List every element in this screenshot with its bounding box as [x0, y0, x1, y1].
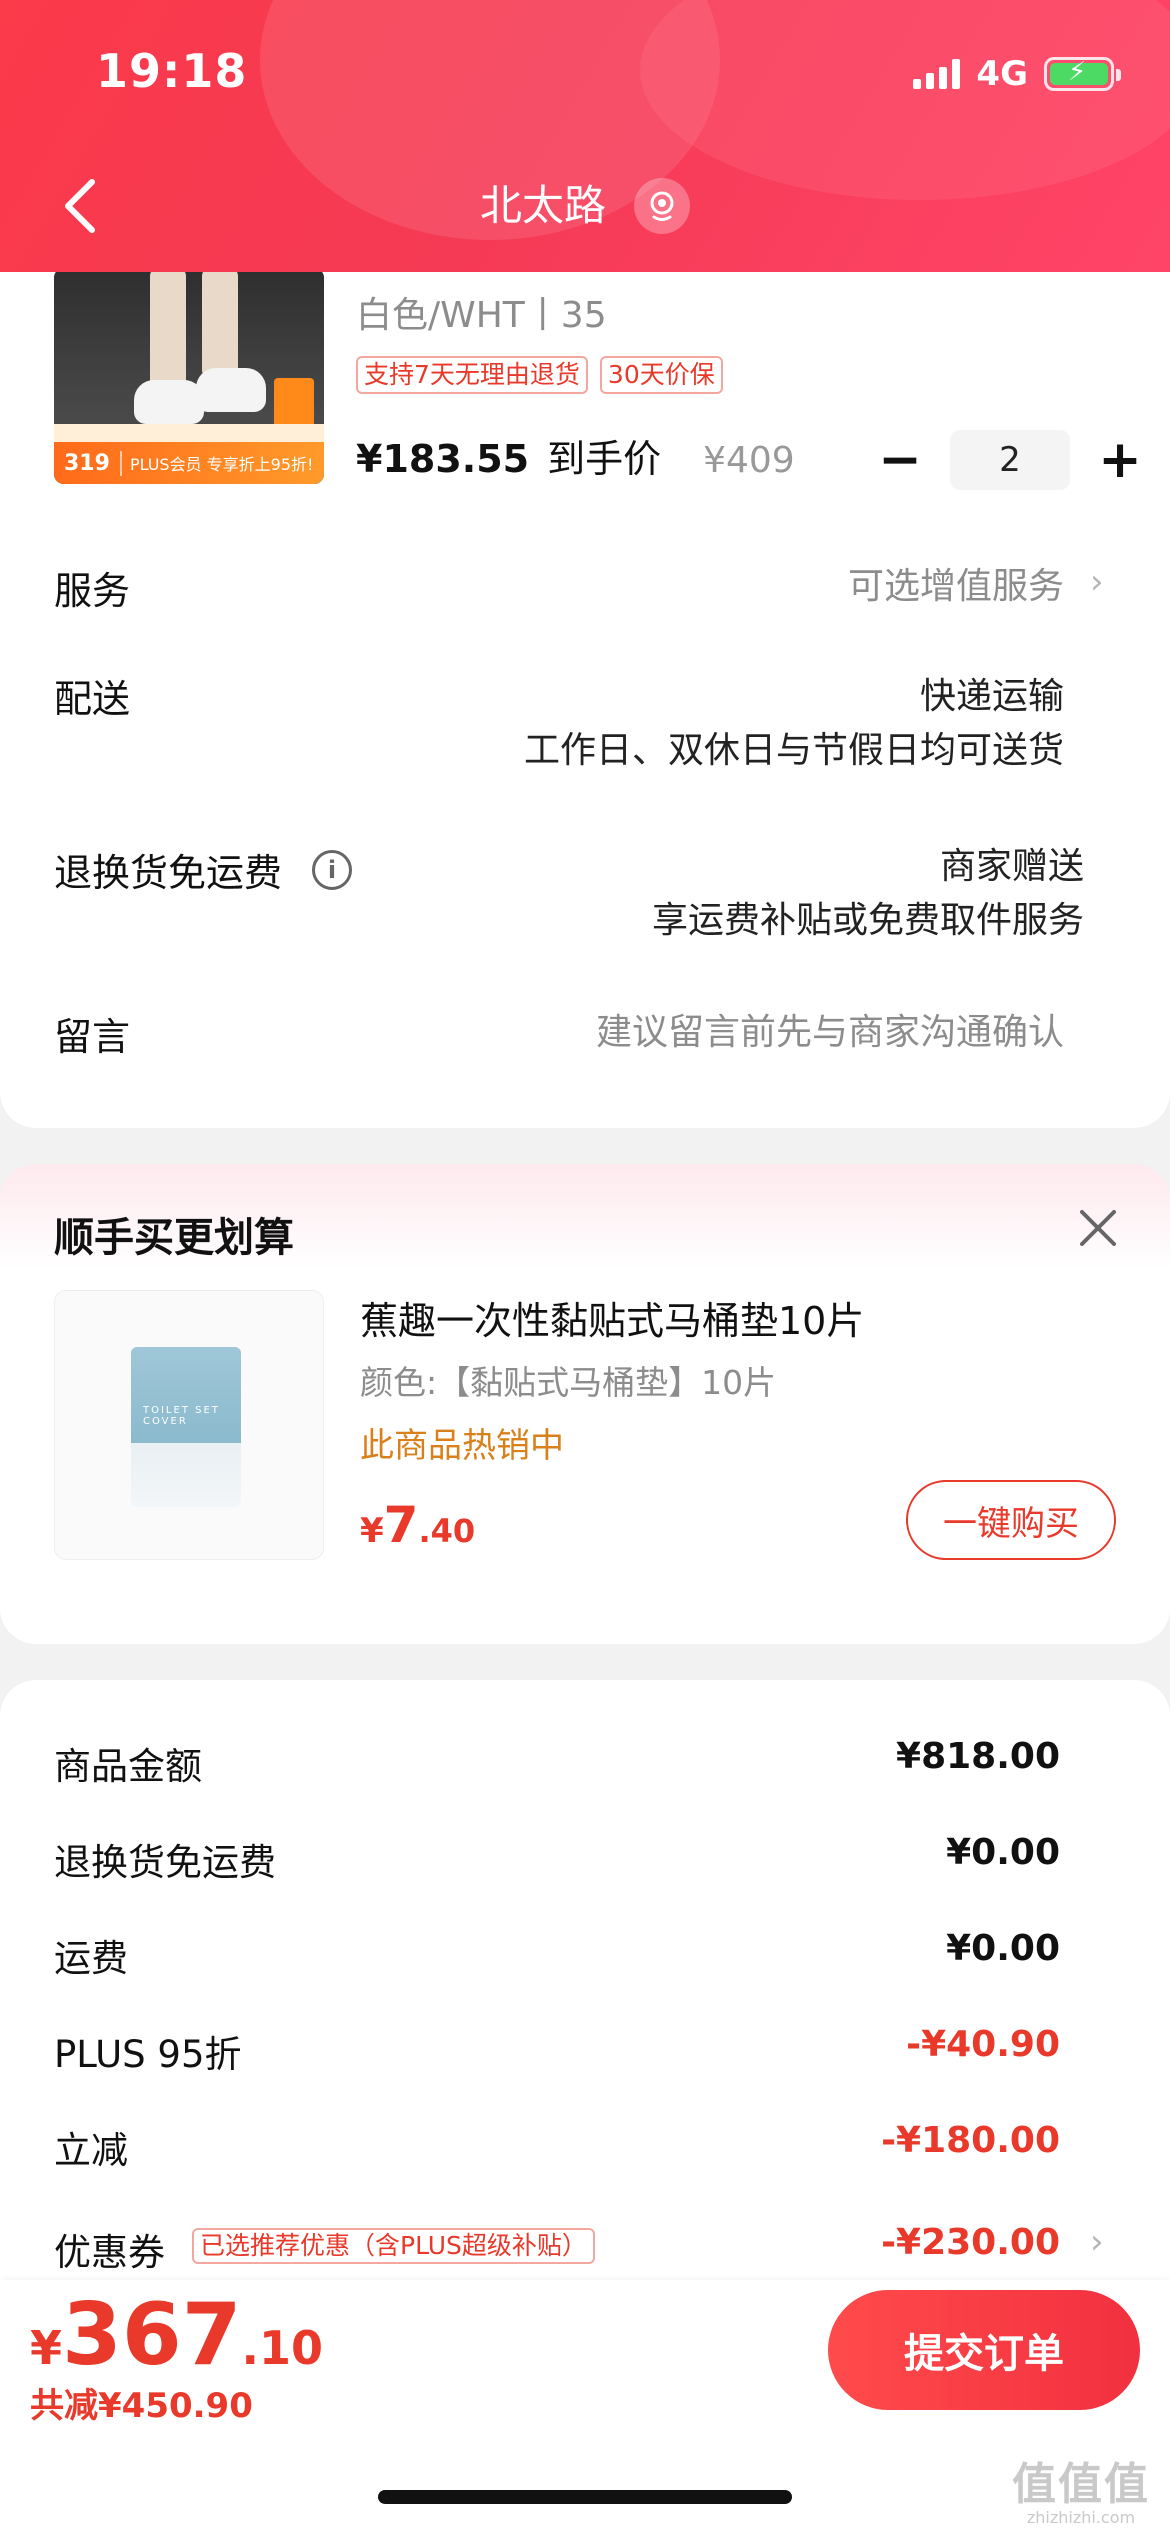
- top-header: 19:18 4G 北太路: [0, 0, 1170, 272]
- summary-label: 商品金额: [54, 1745, 202, 1788]
- summary-value: -¥180.00: [881, 2120, 1060, 2161]
- status-time: 19:18: [96, 44, 248, 98]
- product-image-promo: 319 PLUS会员 专享折上95折!: [54, 442, 324, 484]
- summary-value: -¥40.90: [906, 2024, 1060, 2065]
- summary-label: 立减: [54, 2129, 128, 2172]
- message-input[interactable]: 建议留言前先与商家沟通确认: [596, 1006, 1064, 1060]
- chevron-left-icon: [65, 179, 95, 233]
- final-price-label: 到手价: [547, 437, 662, 481]
- info-icon[interactable]: i: [312, 850, 352, 890]
- quantity-input[interactable]: 2: [950, 430, 1070, 490]
- summary-value: ¥0.00: [946, 1832, 1060, 1873]
- back-button[interactable]: [56, 176, 106, 236]
- addon-product-spec: 颜色:【黏贴式马桶垫】10片: [360, 1363, 777, 1402]
- return-shipping-value: 商家赠送: [939, 846, 1084, 887]
- return-tag: 支持7天无理由退货: [356, 356, 588, 394]
- delivery-schedule[interactable]: 工作日、双休日与节假日均可送货: [524, 724, 1064, 778]
- quantity-stepper: − 2 +: [870, 430, 1150, 490]
- close-icon: [1080, 1210, 1116, 1246]
- quantity-decrease-button[interactable]: −: [870, 430, 930, 490]
- coupon-value[interactable]: -¥230.00: [881, 2222, 1060, 2263]
- product-spec[interactable]: 白色/WHT丨35: [356, 286, 607, 338]
- service-label: 服务: [54, 569, 131, 613]
- signal-icon: [913, 59, 961, 89]
- product-price-line: ¥183.55 到手价 ¥409: [356, 428, 795, 483]
- product-image[interactable]: 319 PLUS会员 专享折上95折!: [54, 268, 324, 484]
- addon-price: ¥ 7 .40: [360, 1496, 476, 1554]
- summary-label: 退换货免运费: [54, 1841, 276, 1884]
- submit-order-button[interactable]: 提交订单: [828, 2290, 1140, 2410]
- summary-value: ¥818.00: [896, 1736, 1060, 1777]
- status-indicators: 4G: [913, 54, 1121, 94]
- coupon-tag[interactable]: 已选推荐优惠（含PLUS超级补贴）: [192, 2228, 595, 2264]
- addon-hot-label: 此商品热销中: [360, 1426, 564, 1466]
- addon-title: 顺手买更划算: [54, 1215, 294, 1261]
- quantity-increase-button[interactable]: +: [1090, 430, 1150, 490]
- service-value[interactable]: 可选增值服务: [848, 560, 1064, 614]
- home-indicator[interactable]: [378, 2490, 792, 2504]
- total-price: ¥ 367 .10: [30, 2285, 324, 2385]
- product-service-tags: 支持7天无理由退货 30天价保: [356, 356, 723, 394]
- battery-icon: [1044, 57, 1121, 91]
- addon-product-name[interactable]: 蕉趣一次性黏贴式马桶垫10片: [360, 1290, 864, 1345]
- delivery-label: 配送: [54, 677, 131, 721]
- total-saved[interactable]: 共减¥450.90: [30, 2378, 253, 2427]
- header-decoration: [640, 0, 1170, 200]
- price-protect-tag: 30天价保: [599, 356, 723, 394]
- network-type: 4G: [976, 54, 1028, 94]
- return-shipping-label: 退换货免运费: [54, 851, 283, 895]
- chevron-right-icon: ›: [1090, 2222, 1104, 2262]
- return-shipping-detail: 享运费补贴或免费取件服务: [651, 900, 1084, 941]
- summary-value: ¥0.00: [946, 1928, 1060, 1969]
- summary-label: PLUS 95折: [54, 2033, 242, 2076]
- delivery-method[interactable]: 快递运输: [920, 670, 1064, 724]
- original-price: ¥409: [703, 440, 795, 481]
- address-selector[interactable]: 北太路: [480, 176, 691, 236]
- final-price: ¥183.55: [356, 437, 530, 481]
- one-click-buy-button[interactable]: 一键购买: [906, 1480, 1116, 1560]
- chevron-right-icon: ›: [1090, 562, 1104, 602]
- message-label: 留言: [54, 1015, 131, 1059]
- site-watermark: 值值值 zhizhizhi.com: [1012, 2459, 1150, 2527]
- addon-product-image[interactable]: TOILET SET COVER: [54, 1290, 324, 1560]
- location-pin-icon: [634, 178, 691, 234]
- close-button[interactable]: [1076, 1206, 1120, 1250]
- coupon-label: 优惠券: [54, 2231, 165, 2274]
- summary-label: 运费: [54, 1937, 128, 1980]
- address-title: 北太路: [480, 181, 607, 230]
